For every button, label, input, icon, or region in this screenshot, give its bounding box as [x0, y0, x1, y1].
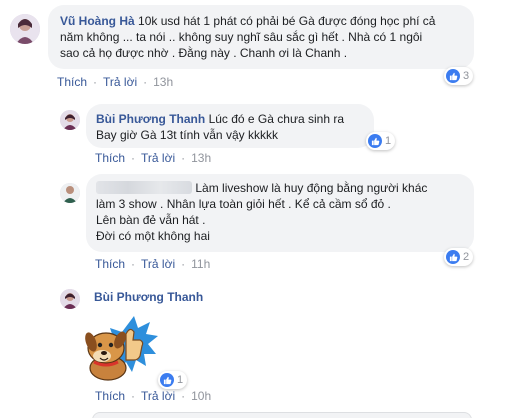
avatar[interactable]: [60, 183, 80, 203]
dot-separator: ·: [143, 75, 148, 89]
reaction-count[interactable]: 3: [444, 67, 474, 85]
comment-bubble: Bùi Phương Thanh Lúc đó e Gà chưa sinh r…: [86, 104, 374, 148]
comment-actions: Thích · Trả lời · 10h: [95, 389, 217, 403]
comment-author[interactable]: Bùi Phương Thanh: [96, 112, 205, 126]
reaction-count-text: 2: [463, 251, 470, 263]
reaction-count-text: 1: [177, 374, 184, 386]
comment-text-line: Bay giờ Gà 13t tính vẫn vậy kkkkk: [96, 128, 278, 142]
comment-author[interactable]: Vũ Hoàng Hà: [60, 14, 135, 28]
avatar[interactable]: [60, 289, 80, 309]
reply-link[interactable]: Trả lời: [141, 389, 175, 403]
timestamp[interactable]: 10h: [191, 389, 211, 403]
timestamp[interactable]: 11h: [191, 257, 210, 271]
comment-actions: Thích · Trả lời · 13h: [95, 151, 217, 165]
timestamp[interactable]: 13h: [191, 151, 211, 165]
blurred-author-name: [96, 181, 192, 194]
like-link[interactable]: Thích: [95, 257, 125, 271]
reaction-count-text: 1: [385, 135, 392, 147]
comment-text-line: làm 3 show . Nhân lựa toàn giỏi hết . Kể…: [96, 197, 391, 211]
dot-separator: ·: [131, 151, 136, 165]
thumbs-up-icon: [368, 134, 382, 148]
comment-text-line: năm không ... ta nói .. không suy nghĩ s…: [60, 30, 423, 44]
thumbs-up-icon: [446, 250, 460, 264]
comment-actions: Thích · Trả lời · 13h: [57, 75, 179, 89]
like-link[interactable]: Thích: [95, 389, 125, 403]
dog-thumbs-up-sticker: [82, 312, 160, 384]
comment-author[interactable]: Bùi Phương Thanh: [94, 290, 203, 304]
reaction-count[interactable]: 2: [444, 248, 474, 266]
dot-separator: ·: [181, 257, 186, 271]
avatar[interactable]: [60, 110, 80, 130]
comment-actions: Thích · Trả lời · 11h: [95, 257, 216, 271]
comment-bubble: Vũ Hoàng Hà 10k usd hát 1 phát có phải b…: [48, 5, 474, 69]
dot-separator: ·: [181, 389, 186, 403]
avatar[interactable]: [10, 14, 40, 44]
reaction-count[interactable]: 1: [366, 132, 396, 150]
dot-separator: ·: [93, 75, 98, 89]
reaction-count[interactable]: 1: [158, 371, 188, 389]
reply-link[interactable]: Trả lời: [141, 257, 175, 271]
dot-separator: ·: [131, 389, 136, 403]
dot-separator: ·: [181, 151, 186, 165]
like-link[interactable]: Thích: [95, 151, 125, 165]
comment-text-line: Đời có một không hai: [96, 229, 210, 243]
timestamp[interactable]: 13h: [153, 75, 173, 89]
comment-text-line: Lên bàn đẻ vẫn hát .: [96, 213, 206, 227]
comment-bubble: Làm liveshow là huy động bằng người khác…: [86, 174, 474, 252]
comment-text-line: sao cả họ được nhờ . Đằng này . Chanh ơi…: [60, 46, 348, 60]
comment-text-line: Làm liveshow là huy động bằng người khác: [195, 181, 428, 195]
comment-text-line: Lúc đó e Gà chưa sinh ra: [208, 112, 345, 126]
reply-link[interactable]: Trả lời: [141, 151, 175, 165]
comment-text-line: 10k usd hát 1 phát có phải bé Gà được đó…: [138, 14, 436, 28]
thumbs-up-icon: [160, 373, 174, 387]
dot-separator: ·: [131, 257, 136, 271]
reply-link[interactable]: Trả lời: [103, 75, 137, 89]
thumbs-up-icon: [446, 69, 460, 83]
like-link[interactable]: Thích: [57, 75, 87, 89]
reply-input-edge[interactable]: [92, 412, 472, 418]
reaction-count-text: 3: [463, 70, 470, 82]
